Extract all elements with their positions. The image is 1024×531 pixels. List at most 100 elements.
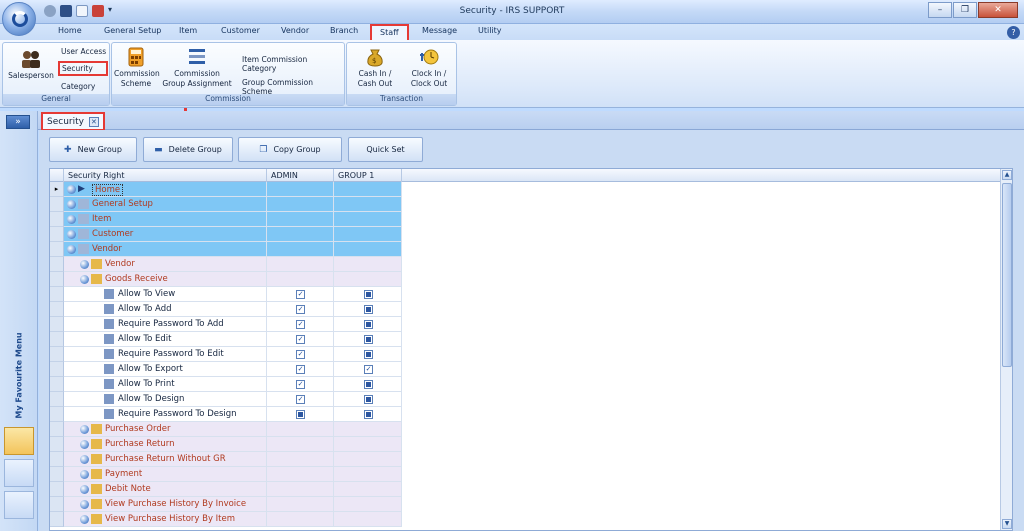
expand-node-icon[interactable] xyxy=(67,185,76,194)
sidebar-building-icon[interactable] xyxy=(4,427,34,455)
table-row[interactable]: View Purchase History By Invoice xyxy=(50,497,402,512)
expand-node-icon[interactable] xyxy=(80,470,89,479)
tab-vendor[interactable]: Vendor xyxy=(281,26,309,35)
scroll-thumb[interactable] xyxy=(1002,183,1012,367)
clock-in-out-button[interactable]: Clock In / Clock Out xyxy=(405,47,453,89)
cell-security-right[interactable]: Allow To Add xyxy=(64,302,267,317)
cell-security-right[interactable]: View Purchase History By Item xyxy=(64,512,267,527)
cell-security-right[interactable]: Vendor xyxy=(64,242,267,257)
commission-scheme-button[interactable]: Commission Scheme xyxy=(114,47,160,89)
table-row[interactable]: Purchase Order xyxy=(50,422,402,437)
vertical-scrollbar[interactable]: ▲ ▼ xyxy=(1000,169,1012,530)
sidebar-language-icon[interactable] xyxy=(4,491,34,519)
scroll-down-icon[interactable]: ▼ xyxy=(1002,519,1012,529)
row-indicator[interactable] xyxy=(50,392,64,407)
close-tab-icon[interactable]: ✕ xyxy=(88,116,99,127)
tab-customer[interactable]: Customer xyxy=(221,26,260,35)
cell-security-right[interactable]: Allow To Print xyxy=(64,377,267,392)
row-indicator[interactable] xyxy=(50,422,64,437)
group-1-permission-checkbox[interactable] xyxy=(364,305,373,314)
row-indicator[interactable] xyxy=(50,227,64,242)
commission-group-assignment-button[interactable]: Commission Group Assignment xyxy=(162,47,232,89)
doc-tab-security[interactable]: Security ✕ xyxy=(41,112,105,131)
table-row[interactable]: Allow To Design ✓ xyxy=(50,392,402,407)
expand-node-icon[interactable] xyxy=(80,455,89,464)
table-row[interactable]: Require Password To Add ✓ xyxy=(50,317,402,332)
expand-node-icon[interactable] xyxy=(80,425,89,434)
scroll-up-icon[interactable]: ▲ xyxy=(1002,170,1012,180)
expand-node-icon[interactable] xyxy=(80,500,89,509)
column-header-group-1[interactable]: GROUP 1 xyxy=(334,169,402,182)
table-row[interactable]: Purchase Return Without GR xyxy=(50,452,402,467)
table-row[interactable]: Goods Receive xyxy=(50,272,402,287)
table-row[interactable]: Purchase Return xyxy=(50,437,402,452)
group-1-permission-checkbox[interactable]: ✓ xyxy=(364,365,373,374)
help-icon[interactable]: ? xyxy=(1007,26,1020,39)
row-indicator[interactable] xyxy=(50,452,64,467)
cell-security-right[interactable]: Require Password To Add xyxy=(64,317,267,332)
group-1-permission-checkbox[interactable] xyxy=(364,320,373,329)
row-indicator[interactable] xyxy=(50,287,64,302)
column-header-security-right[interactable]: Security Right xyxy=(64,169,267,182)
table-row[interactable]: Item xyxy=(50,212,402,227)
expand-node-icon[interactable] xyxy=(67,245,76,254)
expand-node-icon[interactable] xyxy=(80,485,89,494)
row-indicator[interactable] xyxy=(50,317,64,332)
sidebar-chart-icon[interactable] xyxy=(4,459,34,487)
salesperson-button[interactable]: Salesperson xyxy=(6,49,56,81)
category-button[interactable]: Category xyxy=(59,81,97,92)
cell-security-right[interactable]: Item xyxy=(64,212,267,227)
group-1-permission-checkbox[interactable] xyxy=(364,350,373,359)
cell-security-right[interactable]: Purchase Order xyxy=(64,422,267,437)
admin-permission-checkbox[interactable]: ✓ xyxy=(296,380,305,389)
cell-security-right[interactable]: Allow To Edit xyxy=(64,332,267,347)
table-row[interactable]: Allow To Print ✓ xyxy=(50,377,402,392)
expand-node-icon[interactable] xyxy=(80,440,89,449)
row-indicator[interactable] xyxy=(50,302,64,317)
row-indicator[interactable] xyxy=(50,197,64,212)
cell-security-right[interactable]: Allow To Design xyxy=(64,392,267,407)
group-1-permission-checkbox[interactable] xyxy=(364,335,373,344)
table-row[interactable]: Vendor xyxy=(50,257,402,272)
copy-group-button[interactable]: ❐ Copy Group xyxy=(238,137,342,162)
new-group-button[interactable]: ✚ New Group xyxy=(49,137,137,162)
table-row[interactable]: Debit Note xyxy=(50,482,402,497)
tab-branch[interactable]: Branch xyxy=(330,26,358,35)
cell-security-right[interactable]: Allow To View xyxy=(64,287,267,302)
item-commission-category-button[interactable]: Item Commission Category xyxy=(240,54,344,74)
app-menu-button[interactable] xyxy=(2,2,36,36)
row-indicator[interactable] xyxy=(50,212,64,227)
cell-security-right[interactable]: Vendor xyxy=(64,257,267,272)
expand-node-icon[interactable] xyxy=(80,260,89,269)
admin-permission-checkbox[interactable]: ✓ xyxy=(296,290,305,299)
cell-security-right[interactable]: General Setup xyxy=(64,197,267,212)
group-1-permission-checkbox[interactable] xyxy=(364,290,373,299)
row-indicator[interactable] xyxy=(50,512,64,527)
cell-security-right[interactable]: Customer xyxy=(64,227,267,242)
row-indicator[interactable] xyxy=(50,272,64,287)
expand-node-icon[interactable] xyxy=(67,230,76,239)
table-row[interactable]: Allow To Export ✓ ✓ xyxy=(50,362,402,377)
tab-home[interactable]: Home xyxy=(58,26,82,35)
expand-node-icon[interactable] xyxy=(80,515,89,524)
admin-permission-checkbox[interactable]: ✓ xyxy=(296,335,305,344)
close-button[interactable]: ✕ xyxy=(978,2,1018,18)
table-row[interactable]: Allow To Edit ✓ xyxy=(50,332,402,347)
column-header-admin[interactable]: ADMIN xyxy=(267,169,334,182)
admin-permission-checkbox[interactable]: ✓ xyxy=(296,350,305,359)
row-indicator[interactable] xyxy=(50,257,64,272)
row-indicator[interactable]: ▸ xyxy=(50,182,64,197)
restore-button[interactable]: ❐ xyxy=(953,2,977,18)
cell-security-right[interactable]: ▶ Home xyxy=(64,182,267,197)
tab-message[interactable]: Message xyxy=(422,26,457,35)
favourite-menu-label[interactable]: My Favourite Menu xyxy=(15,321,24,431)
row-indicator[interactable] xyxy=(50,362,64,377)
minimize-button[interactable]: – xyxy=(928,2,952,18)
row-indicator[interactable] xyxy=(50,347,64,362)
table-row[interactable]: Require Password To Edit ✓ xyxy=(50,347,402,362)
table-row[interactable]: View Purchase History By Item xyxy=(50,512,402,527)
admin-permission-checkbox[interactable]: ✓ xyxy=(296,305,305,314)
cell-security-right[interactable]: Purchase Return xyxy=(64,437,267,452)
cell-security-right[interactable]: Require Password To Edit xyxy=(64,347,267,362)
expand-node-icon[interactable] xyxy=(67,200,76,209)
